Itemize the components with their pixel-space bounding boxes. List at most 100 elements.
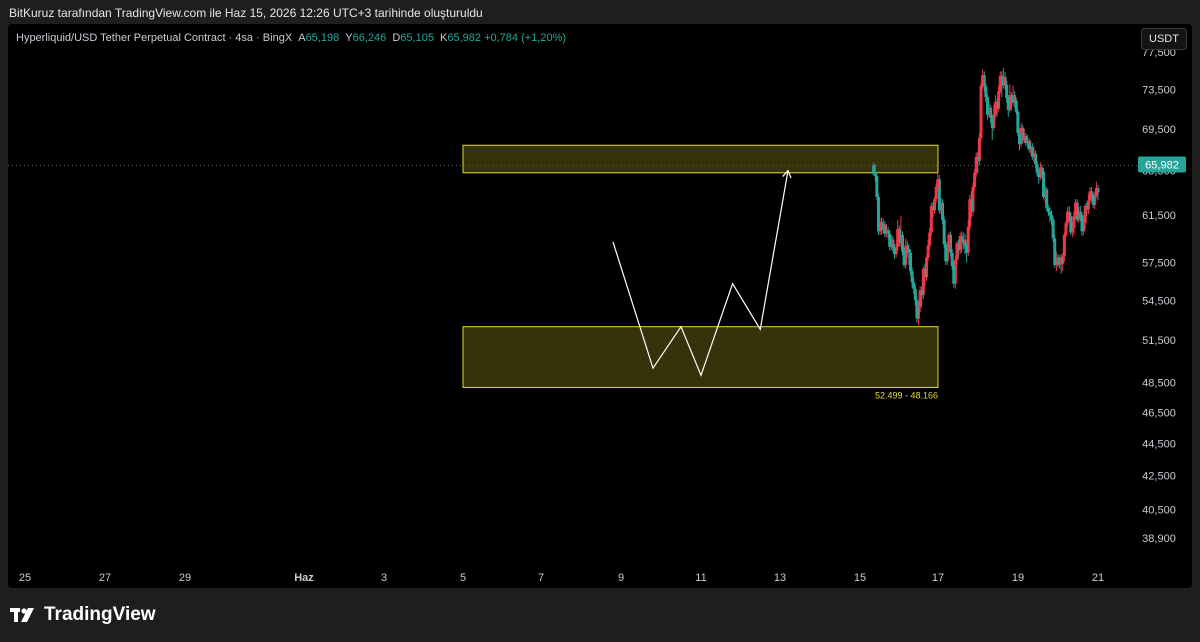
candle[interactable] xyxy=(1046,208,1050,212)
candle[interactable] xyxy=(1074,202,1078,217)
y-axis-tick-label: 54,500 xyxy=(1142,295,1176,307)
candle[interactable] xyxy=(1080,215,1084,232)
candlestick-chart[interactable]: 77,50073,50069,50065,50061,50057,50054,5… xyxy=(8,24,1192,588)
y-axis-tick-label: 73,500 xyxy=(1142,84,1176,96)
candle[interactable] xyxy=(926,245,930,258)
candle[interactable] xyxy=(1094,188,1098,196)
candle[interactable] xyxy=(928,232,932,246)
close-value: 65,982 xyxy=(447,32,482,44)
candle[interactable] xyxy=(934,186,938,200)
candle[interactable] xyxy=(1053,238,1057,265)
candle[interactable] xyxy=(929,205,933,233)
x-axis-tick-label: 17 xyxy=(932,572,944,584)
candle[interactable] xyxy=(912,282,916,289)
candle[interactable] xyxy=(947,234,951,248)
candle[interactable] xyxy=(1035,164,1039,173)
candle[interactable] xyxy=(918,290,922,309)
y-axis-tick-label: 48,500 xyxy=(1142,378,1176,390)
y-axis-tick-label: 42,500 xyxy=(1142,471,1176,483)
tradingview-logo-icon xyxy=(10,608,34,622)
candle[interactable] xyxy=(1051,219,1055,239)
candle[interactable] xyxy=(973,172,977,187)
x-axis-tick-label: Haz xyxy=(294,572,314,584)
y-axis-tick-label: 51,500 xyxy=(1142,335,1176,347)
candle[interactable] xyxy=(888,233,892,247)
x-axis-tick-label: 7 xyxy=(538,572,544,584)
candle[interactable] xyxy=(875,176,879,197)
x-axis-tick-label: 13 xyxy=(774,572,786,584)
candle[interactable] xyxy=(984,86,988,98)
x-axis-tick-label: 5 xyxy=(460,572,466,584)
candle[interactable] xyxy=(950,252,954,267)
x-axis-tick-label: 21 xyxy=(1092,572,1104,584)
symbol-legend: Hyperliquid/USD Tether Perpetual Contrac… xyxy=(16,32,566,44)
candle[interactable] xyxy=(1017,132,1021,145)
low-value: 65,105 xyxy=(400,32,434,44)
candle[interactable] xyxy=(936,179,940,187)
candle[interactable] xyxy=(990,117,994,128)
candle[interactable] xyxy=(873,173,877,177)
candle[interactable] xyxy=(1062,234,1066,257)
candle[interactable] xyxy=(981,75,985,86)
candle[interactable] xyxy=(952,266,956,284)
candle[interactable] xyxy=(944,244,948,262)
candle[interactable] xyxy=(1050,215,1054,220)
y-axis-tick-label: 38,900 xyxy=(1142,533,1176,545)
candle[interactable] xyxy=(1091,194,1095,205)
x-axis-tick-label: 3 xyxy=(381,572,387,584)
candle[interactable] xyxy=(955,243,959,261)
high-label: Y xyxy=(345,32,353,44)
candle[interactable] xyxy=(907,249,911,253)
candle[interactable] xyxy=(1016,111,1020,133)
y-axis-tick-label: 61,500 xyxy=(1142,210,1176,222)
currency-button[interactable]: USDT xyxy=(1141,28,1187,50)
candle[interactable] xyxy=(942,219,946,245)
y-axis-tick-label: 69,500 xyxy=(1142,124,1176,136)
candle[interactable] xyxy=(1005,84,1009,99)
candle[interactable] xyxy=(1037,172,1041,178)
candle[interactable] xyxy=(1069,216,1073,233)
candle[interactable] xyxy=(979,85,983,139)
change-value: +0,784 (+1,20%) xyxy=(484,32,567,44)
x-axis-tick-label: 27 xyxy=(99,572,111,584)
candle[interactable] xyxy=(872,165,876,174)
candle[interactable] xyxy=(1066,211,1070,224)
chart-credit: BitKuruz tarafından TradingView.com ile … xyxy=(9,6,483,20)
symbol-title[interactable]: Hyperliquid/USD Tether Perpetual Contrac… xyxy=(16,32,292,44)
candle[interactable] xyxy=(909,252,913,272)
candle[interactable] xyxy=(876,196,880,232)
candle[interactable] xyxy=(1072,216,1076,228)
candle[interactable] xyxy=(1006,98,1010,110)
y-axis-tick-label: 44,500 xyxy=(1142,438,1176,450)
x-axis-tick-label: 9 xyxy=(618,572,624,584)
candle[interactable] xyxy=(974,156,978,173)
candle[interactable] xyxy=(968,199,972,227)
candle[interactable] xyxy=(913,288,917,301)
y-axis-tick-label: 40,500 xyxy=(1142,505,1176,517)
candle[interactable] xyxy=(1014,100,1018,112)
tradingview-logo[interactable]: TradingView xyxy=(10,604,156,626)
high-value: 66,246 xyxy=(352,32,387,44)
candle[interactable] xyxy=(896,228,900,247)
candle[interactable] xyxy=(1042,171,1046,197)
last-price-label: 65,982 xyxy=(1145,159,1179,171)
zone-support[interactable] xyxy=(462,326,939,388)
candle[interactable] xyxy=(998,76,1002,92)
candle[interactable] xyxy=(1088,191,1092,201)
candle[interactable] xyxy=(1064,223,1068,235)
zone-resistance[interactable] xyxy=(462,144,939,174)
open-value: 65,198 xyxy=(305,32,340,44)
x-axis-tick-label: 15 xyxy=(854,572,866,584)
candle[interactable] xyxy=(993,101,997,115)
candle[interactable] xyxy=(915,300,919,319)
candle[interactable] xyxy=(910,271,914,283)
candle[interactable] xyxy=(902,251,906,265)
candle[interactable] xyxy=(1083,205,1087,224)
y-axis-tick-label: 46,500 xyxy=(1142,407,1176,419)
candle[interactable] xyxy=(892,247,896,254)
footer-brand: TradingView xyxy=(44,604,156,625)
candle[interactable] xyxy=(985,97,989,115)
candle[interactable] xyxy=(1048,211,1052,216)
open-label: A xyxy=(298,32,306,44)
candle[interactable] xyxy=(965,246,969,253)
